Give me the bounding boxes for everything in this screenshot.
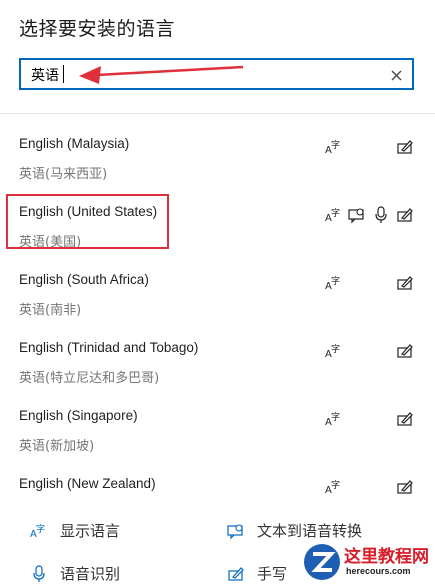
language-native-name: 英语(特立尼达和多巴哥): [19, 371, 160, 386]
display-language-icon: A 字: [325, 139, 340, 156]
text-to-speech-icon: [348, 208, 364, 224]
language-name: English (Malaysia): [19, 136, 130, 151]
svg-text:字: 字: [36, 523, 45, 535]
language-name: English (Singapore): [19, 408, 138, 423]
text-to-speech-icon: [227, 523, 243, 539]
legend-label: 显示语言: [60, 522, 121, 540]
list-item[interactable]: English (Singapore) 英语(新加坡) A 字: [0, 386, 435, 454]
handwriting-icon: [397, 480, 413, 494]
handwriting-icon: [397, 276, 413, 290]
watermark-logo-icon: [304, 544, 340, 580]
language-native-name: 英语(新加坡): [19, 439, 95, 454]
svg-text:字: 字: [331, 411, 340, 423]
handwriting-icon: [397, 140, 413, 154]
svg-text:字: 字: [331, 207, 340, 219]
display-language-icon: A 字: [325, 207, 340, 224]
legend-display-language: A 字 显示语言: [30, 520, 120, 541]
list-item[interactable]: English (Trinidad and Tobago) 英语(特立尼达和多巴…: [0, 318, 435, 386]
watermark-url: herecours.com: [346, 566, 411, 576]
text-caret: [63, 65, 64, 83]
annotation-highlight-box: [6, 194, 169, 249]
svg-text:字: 字: [331, 275, 340, 287]
page-title: 选择要安装的语言: [19, 18, 176, 40]
language-native-name: 英语(南非): [19, 303, 82, 318]
watermark-title: 这里教程网: [344, 547, 429, 567]
display-language-icon: A 字: [30, 523, 45, 540]
svg-text:字: 字: [331, 479, 340, 491]
language-native-name: 英语(马来西亚): [19, 167, 108, 182]
speech-recognition-icon: [375, 206, 387, 223]
handwriting-icon: [397, 344, 413, 358]
legend-label: 手写: [257, 565, 288, 583]
legend-handwriting: 手写: [227, 563, 287, 584]
svg-text:字: 字: [331, 139, 340, 151]
language-name: English (Trinidad and Tobago): [19, 340, 199, 355]
handwriting-icon: [228, 566, 244, 581]
handwriting-icon: [397, 412, 413, 426]
list-item[interactable]: English (South Africa) 英语(南非) A 字: [0, 250, 435, 318]
display-language-icon: A 字: [325, 411, 340, 428]
handwriting-icon: [397, 208, 413, 222]
legend-speech-recognition: 语音识别: [30, 563, 120, 584]
close-icon: [391, 70, 401, 80]
legend-label: 语音识别: [60, 565, 121, 583]
clear-search-button[interactable]: [386, 65, 406, 85]
list-item[interactable]: English (Malaysia) 英语(马来西亚) A 字: [0, 114, 435, 182]
search-input-value: 英语: [31, 68, 59, 84]
display-language-icon: A 字: [325, 275, 340, 292]
display-language-icon: A 字: [325, 479, 340, 496]
speech-recognition-icon: [33, 564, 45, 582]
display-language-icon: A 字: [325, 343, 340, 360]
site-watermark: 这里教程网 herecours.com: [300, 538, 435, 586]
language-name: English (South Africa): [19, 272, 149, 287]
language-name: English (New Zealand): [19, 476, 156, 491]
annotation-arrow: [79, 65, 244, 84]
svg-text:字: 字: [331, 343, 340, 355]
